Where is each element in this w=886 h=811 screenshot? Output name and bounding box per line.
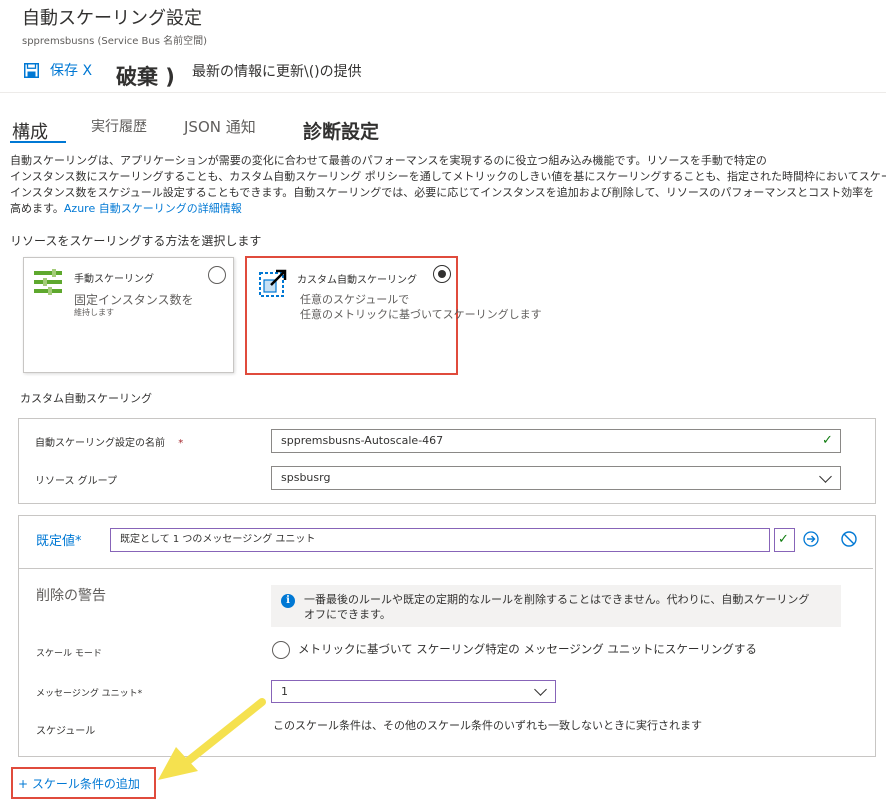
setting-name-label: 自動スケーリング設定の名前 * [35,438,184,449]
page-title: 自動スケーリング設定 [22,8,202,29]
delete-warning-label: 削除の警告 [36,588,106,604]
manual-scale-desc: 固定インスタンス数を [74,293,194,307]
page-subtitle: sppremsbusns (Service Bus 名前空間) [22,36,208,47]
choose-method-label: リソースをスケーリングする方法を選択します [10,234,262,248]
condition-name-input[interactable]: 既定として 1 つのメッセージング ユニット [110,528,770,552]
scale-mode-radio[interactable] [272,641,290,659]
tab-run-history[interactable]: 実行履歴 [91,116,147,136]
default-condition-label: 既定値* [36,534,82,549]
custom-autoscale-title: カスタム自動スケーリング [297,275,417,286]
messaging-units-select[interactable]: 1 [271,680,556,703]
condition-valid-check-icon: ✓ [778,532,789,547]
custom-autoscale-option[interactable]: カスタム自動スケーリング 任意のスケジュールで 任意のメトリックに基づいてスケー… [245,256,542,375]
schedule-label: スケジュール [36,726,96,737]
custom-autoscale-desc: 任意のスケジュールで [300,293,410,306]
navigate-arrow-icon[interactable] [803,531,819,547]
name-valid-check-icon: ✓ [822,433,833,448]
tab-configure-underline [10,141,66,143]
save-button[interactable]: 保存 X [50,60,92,80]
custom-autoscale-desc: 任意のメトリックに基づいてスケーリングします [300,308,542,321]
custom-autoscale-section-label: カスタム自動スケーリング [20,392,152,405]
resource-group-label: リソース グループ [35,476,118,487]
description-line: 自動スケーリングは、アプリケーションが需要の変化に合わせて最善のパフォーマンスを… [10,154,767,167]
description: 自動スケーリングは、アプリケーションが需要の変化に合わせて最善のパフォーマンスを… [10,153,886,217]
delete-condition-icon[interactable] [841,531,857,547]
save-icon[interactable] [24,63,39,78]
messaging-units-label: メッセージング ユニット* [36,689,143,699]
description-line: インスタンス数にスケーリングすることも、カスタム自動スケーリング ポリシーを通し… [10,170,886,183]
manual-scale-icon [34,269,62,295]
warning-text: 一番最後のルールや既定の定期的なルールを削除することはできません。代わりに、自動… [304,593,810,606]
toolbar-divider [0,92,886,93]
discard-button[interactable]: 破棄 ) [116,61,175,91]
manual-scale-desc: 維持します [74,308,114,317]
annotation-arrow-icon [158,698,266,780]
refresh-button[interactable]: 最新の情報に更新\()の提供 [192,61,362,81]
condition-name-valid-box: ✓ [774,528,795,552]
custom-autoscale-radio[interactable] [433,265,451,283]
warning-text: オフにできます。 [304,608,391,621]
description-line: インスタンス数をスケジュール設定することもできます。自動スケーリングでは、必要に… [10,186,875,199]
schedule-text: このスケール条件は、その他のスケール条件のいずれも一致しないときに実行されます [273,719,702,732]
scale-mode-option[interactable]: メトリックに基づいて スケーリング特定の メッセージング ユニットにスケーリング… [298,641,757,657]
tab-diagnostic-settings[interactable]: 診断設定 [303,117,379,144]
learn-more-link[interactable]: Azure 自動スケーリングの詳細情報 [64,202,242,215]
add-scale-condition-link[interactable]: + スケール条件の追加 [18,775,140,792]
setting-name-input[interactable]: sppremsbusns-Autoscale-467 [271,429,841,453]
custom-autoscale-icon [259,269,287,297]
condition-divider [19,568,873,569]
required-mark: * [178,438,184,449]
manual-scale-radio[interactable] [208,266,226,284]
manual-scale-option[interactable]: 手動スケーリング 固定インスタンス数を 維持します [23,257,234,373]
tab-json-notify[interactable]: JSON 通知 [184,116,256,137]
scale-mode-label: スケール モード [36,649,102,659]
manual-scale-title: 手動スケーリング [74,274,154,285]
resource-group-select[interactable]: spsbusrg [271,466,841,490]
description-line: 高めます。 [10,202,64,215]
info-icon: i [281,594,295,608]
